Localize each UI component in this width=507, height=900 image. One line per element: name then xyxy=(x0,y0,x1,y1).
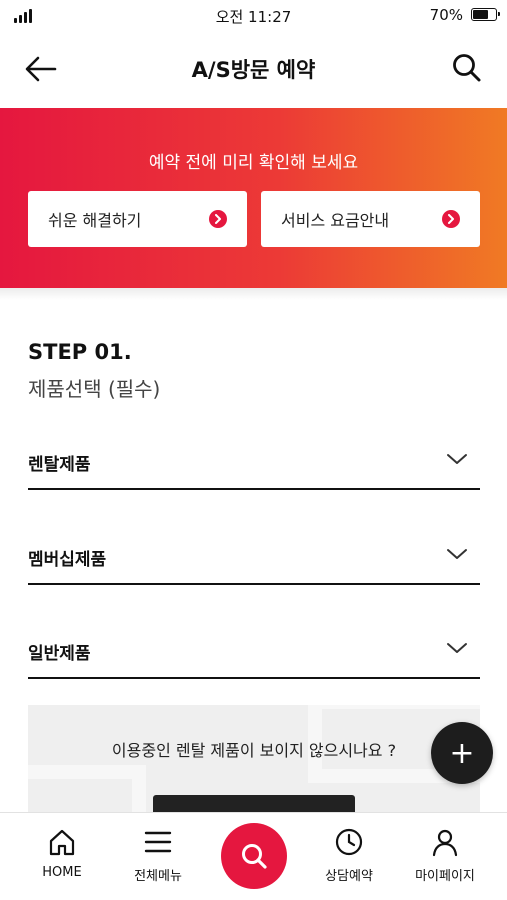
nav-search[interactable] xyxy=(221,823,287,889)
person-icon xyxy=(432,829,458,857)
chevron-down-icon xyxy=(447,454,467,464)
divider xyxy=(0,288,507,300)
nav-home[interactable]: HOME xyxy=(17,827,107,880)
nav-all-menu-label: 전체메뉴 xyxy=(134,869,182,884)
battery-icon xyxy=(471,8,500,21)
accordion-label: 렌탈제품 xyxy=(28,455,91,475)
accordion-rental-products[interactable]: 렌탈제품 xyxy=(28,436,480,490)
accordion-general-products[interactable]: 일반제품 xyxy=(28,625,480,679)
service-fee-label: 서비스 요금안내 xyxy=(281,211,390,230)
clock-icon xyxy=(335,828,363,856)
nav-consult-booking[interactable]: 상담예약 xyxy=(304,827,394,884)
accordion-membership-products[interactable]: 멤버십제품 xyxy=(28,531,480,585)
easy-fix-label: 쉬운 해결하기 xyxy=(48,211,142,230)
easy-fix-button[interactable]: 쉬운 해결하기 xyxy=(28,191,247,247)
step-heading: STEP 01. xyxy=(28,340,132,364)
notice-text: 이용중인 렌탈 제품이 보이지 않으시나요 ? xyxy=(111,741,397,760)
nav-my-page[interactable]: 마이페이지 xyxy=(400,827,490,884)
bottom-navigation: HOME 전체메뉴 상담예약 마이페이지 xyxy=(0,812,507,900)
missing-product-notice: 이용중인 렌탈 제품이 보이지 않으시나요 ? xyxy=(28,705,480,815)
chevron-down-icon xyxy=(447,643,467,653)
banner-title: 예약 전에 미리 확인해 보세요 xyxy=(148,153,359,173)
chevron-right-icon xyxy=(209,210,227,228)
background-pattern xyxy=(28,765,146,815)
status-bar: 오전 11:27 70% xyxy=(0,0,507,30)
app-bar: A/S방문 예약 xyxy=(0,30,507,108)
floating-add-button[interactable]: + xyxy=(431,722,493,784)
search-icon[interactable] xyxy=(451,52,483,84)
step-subheading: 제품선택 (필수) xyxy=(28,377,161,401)
nav-my-page-label: 마이페이지 xyxy=(415,869,475,884)
page-title: A/S방문 예약 xyxy=(191,58,316,82)
home-icon xyxy=(49,829,75,856)
battery-percent: 70% xyxy=(429,6,463,24)
promo-banner: 예약 전에 미리 확인해 보세요 쉬운 해결하기 서비스 요금안내 xyxy=(0,108,507,288)
accordion-label: 멤버십제품 xyxy=(28,550,107,570)
nav-home-label: HOME xyxy=(42,865,82,880)
menu-icon xyxy=(144,831,172,853)
chevron-down-icon xyxy=(447,549,467,559)
chevron-right-icon xyxy=(442,210,460,228)
search-icon xyxy=(242,844,267,869)
accordion-label: 일반제품 xyxy=(28,644,91,664)
nav-consult-label: 상담예약 xyxy=(325,869,373,884)
service-fee-button[interactable]: 서비스 요금안내 xyxy=(261,191,480,247)
nav-all-menu[interactable]: 전체메뉴 xyxy=(113,827,203,884)
